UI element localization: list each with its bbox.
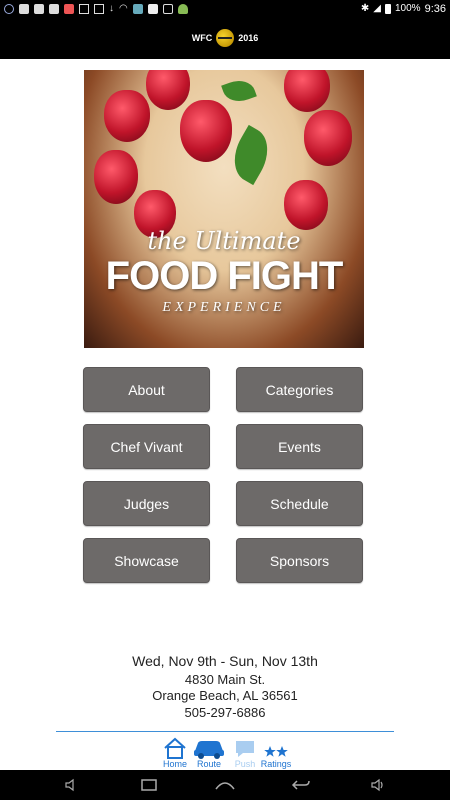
photo-icon [132, 3, 143, 14]
app-icon [4, 3, 14, 14]
battery-icon [385, 3, 391, 14]
judges-button[interactable]: Judges [83, 481, 210, 526]
back-icon[interactable] [291, 777, 311, 793]
events-button[interactable]: Events [236, 424, 363, 469]
strawberry-graphic [104, 90, 150, 142]
event-city: Orange Beach, AL 36561 [152, 688, 298, 703]
mail-icon [94, 3, 104, 14]
strawberry-graphic [94, 150, 138, 204]
store-icon [162, 3, 173, 14]
bluetooth-icon: ✱ [360, 3, 370, 14]
home-nav-icon[interactable] [214, 777, 236, 793]
app-header: WFC 2016 [0, 17, 450, 59]
event-street: 4830 Main St. [184, 672, 266, 687]
android-icon [177, 3, 188, 14]
tab-bar-divider [56, 731, 394, 732]
event-dates: Wed, Nov 9th - Sun, Nov 13th [132, 653, 318, 669]
battery-level: 100% [395, 3, 421, 14]
sponsors-button[interactable]: Sponsors [236, 538, 363, 583]
categories-button[interactable]: Categories [236, 367, 363, 412]
volume-down-icon[interactable] [64, 777, 80, 793]
strawberry-graphic [146, 70, 190, 110]
system-status: ✱ ◢ 100% 9:36 [361, 3, 446, 15]
hero-title-line1: the Ultimate [147, 227, 301, 255]
facebook-icon [147, 3, 158, 14]
brand-right: 2016 [238, 33, 259, 43]
mail-icon [79, 3, 89, 14]
tab-route[interactable]: Route [191, 733, 227, 769]
hero-title-line2: FOOD FIGHT [105, 254, 344, 298]
strawberry-graphic [180, 100, 232, 162]
mint-leaf-graphic [223, 124, 279, 186]
about-button[interactable]: About [83, 367, 210, 412]
volume-up-icon[interactable] [370, 777, 386, 793]
wifi-icon: ◠ [119, 3, 128, 14]
briefcase-icon [34, 3, 44, 14]
tab-route-label: Route [196, 759, 222, 769]
tab-home[interactable]: Home [158, 733, 192, 769]
chat-bubble-icon [236, 741, 254, 757]
strawberry-graphic [304, 110, 352, 166]
brand-left: WFC [191, 33, 213, 43]
tab-push[interactable]: Push [228, 733, 262, 769]
strawberry-graphic [284, 180, 328, 230]
car-icon [194, 741, 224, 759]
strawberry-graphic [284, 70, 330, 112]
status-bar: ↓ ◠ ✱ ◢ 100% 9:36 [0, 0, 450, 17]
clock: 9:36 [424, 2, 446, 15]
signal-icon: ◢ [373, 3, 381, 14]
tab-ratings[interactable]: Ratings [259, 733, 293, 769]
home-icon [164, 737, 186, 759]
tab-push-label: Push [234, 759, 256, 769]
stars-icon [264, 746, 288, 757]
mint-leaf-graphic [221, 75, 257, 107]
download-icon: ↓ [109, 3, 114, 14]
recent-apps-icon[interactable] [140, 777, 158, 793]
navigation-bar [0, 770, 450, 800]
briefcase-icon [49, 3, 59, 14]
globe-logo-icon [216, 29, 235, 47]
schedule-button[interactable]: Schedule [236, 481, 363, 526]
showcase-button[interactable]: Showcase [83, 538, 210, 583]
chef-vivant-button[interactable]: Chef Vivant [83, 424, 210, 469]
tab-home-label: Home [162, 759, 187, 769]
hero-title: the Ultimate FOOD FIGHT EXPERIENCE [84, 228, 364, 316]
image-icon [64, 3, 74, 14]
event-phone[interactable]: 505-297-6886 [0, 705, 450, 720]
notification-icons: ↓ ◠ [4, 3, 188, 14]
hero-banner: the Ultimate FOOD FIGHT EXPERIENCE [84, 70, 364, 348]
hero-title-line3: EXPERIENCE [162, 300, 286, 315]
tab-ratings-label: Ratings [260, 759, 292, 769]
briefcase-icon [19, 3, 29, 14]
